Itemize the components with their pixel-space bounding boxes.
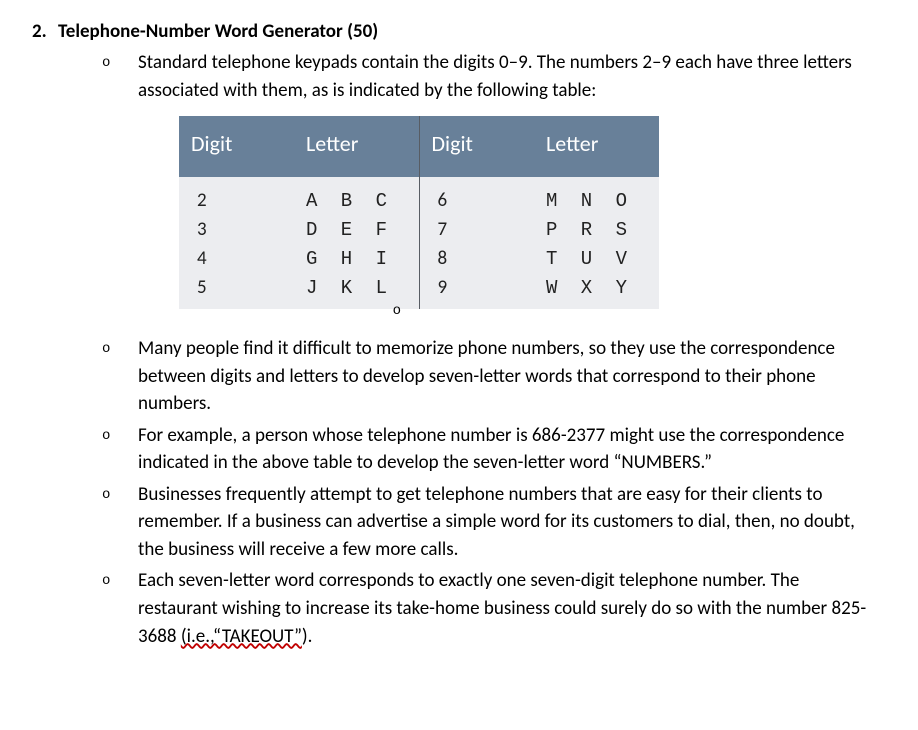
sub-list: o Many people find it difficult to memor…: [102, 335, 878, 650]
main-title: Telephone-Number Word Generator (50): [58, 20, 378, 43]
table-row: 2 A B C 6 M N O: [179, 177, 659, 215]
header-letter-2: Letter: [534, 116, 659, 177]
cell-digit: 8: [419, 244, 534, 273]
cell-digit: 9: [419, 273, 534, 309]
sub-list: o Standard telephone keypads contain the…: [102, 49, 878, 104]
main-marker: 2.: [30, 20, 58, 43]
bullet-text: Many people find it difficult to memoriz…: [138, 335, 878, 418]
header-letter-1: Letter: [294, 116, 419, 177]
list-item: o Businesses frequently attempt to get t…: [102, 481, 878, 564]
cell-letter: T U V: [534, 244, 659, 273]
cell-digit: 2: [179, 177, 294, 215]
list-item: o Standard telephone keypads contain the…: [102, 49, 878, 104]
cell-letter: D E F: [294, 215, 419, 244]
table-row: 5 J K L 9 W X Y: [179, 273, 659, 309]
cell-letter: P R S: [534, 215, 659, 244]
cell-letter: G H I: [294, 244, 419, 273]
table-row: 3 D E F 7 P R S: [179, 215, 659, 244]
bullet-text: For example, a person whose telephone nu…: [138, 422, 878, 477]
bullet-marker: o: [102, 481, 138, 564]
cell-letter: M N O: [534, 177, 659, 215]
cell-digit: 5: [179, 273, 294, 309]
bullet-text: Each seven-letter word corresponds to ex…: [138, 567, 878, 650]
spellcheck-underline: (i.e.,“TAKEOUT”: [181, 625, 302, 648]
list-item: o Each seven-letter word corresponds to …: [102, 567, 878, 650]
bullet-text: Standard telephone keypads contain the d…: [138, 49, 878, 104]
cell-digit: 7: [419, 215, 534, 244]
bullet-text-tail: ).: [302, 625, 313, 648]
table-row: 4 G H I 8 T U V: [179, 244, 659, 273]
cell-letter: W X Y: [534, 273, 659, 309]
main-list-item: 2. Telephone-Number Word Generator (50): [30, 20, 878, 43]
table-header-row: Digit Letter Digit Letter: [179, 116, 659, 177]
list-item: o Many people find it difficult to memor…: [102, 335, 878, 418]
cell-digit: 3: [179, 215, 294, 244]
list-item: o For example, a person whose telephone …: [102, 422, 878, 477]
bullet-marker: o: [102, 335, 138, 418]
header-digit-1: Digit: [179, 116, 294, 177]
bullet-marker: o: [102, 49, 138, 104]
cell-digit: 6: [419, 177, 534, 215]
header-digit-2: Digit: [419, 116, 534, 177]
bullet-marker: o: [102, 567, 138, 650]
cell-letter: A B C: [294, 177, 419, 215]
keypad-table: Digit Letter Digit Letter 2 A B C 6 M N …: [179, 116, 659, 309]
table-container: Digit Letter Digit Letter 2 A B C 6 M N …: [30, 116, 878, 331]
bullet-marker: o: [102, 422, 138, 477]
empty-bullet-marker: o: [381, 303, 401, 319]
cell-digit: 4: [179, 244, 294, 273]
bullet-text: Businesses frequently attempt to get tel…: [138, 481, 878, 564]
